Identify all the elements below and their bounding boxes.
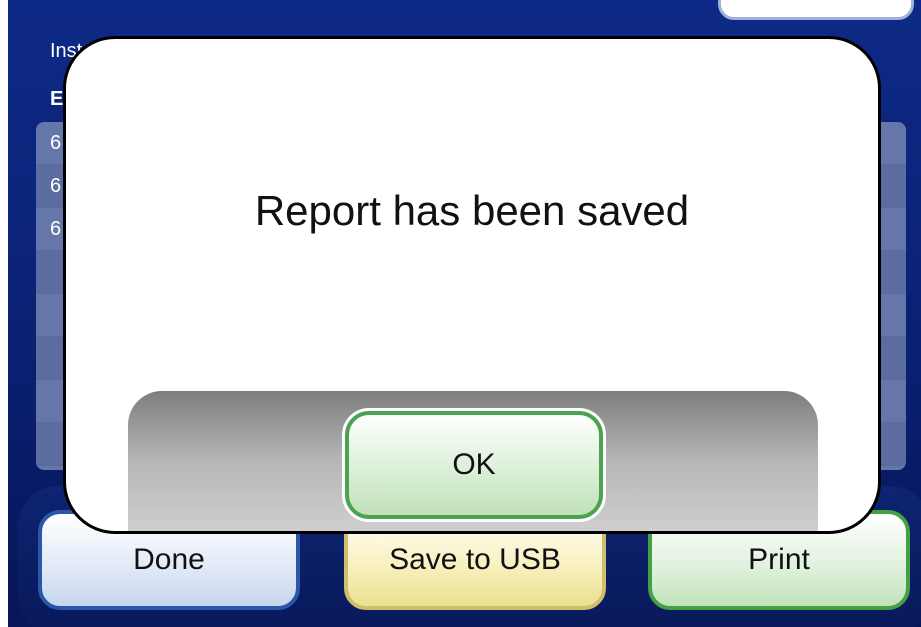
report-saved-dialog: Report has been saved OK <box>63 36 881 534</box>
ok-button[interactable]: OK <box>342 408 606 522</box>
dialog-message: Report has been saved <box>254 187 690 234</box>
top-right-field[interactable] <box>718 0 914 20</box>
